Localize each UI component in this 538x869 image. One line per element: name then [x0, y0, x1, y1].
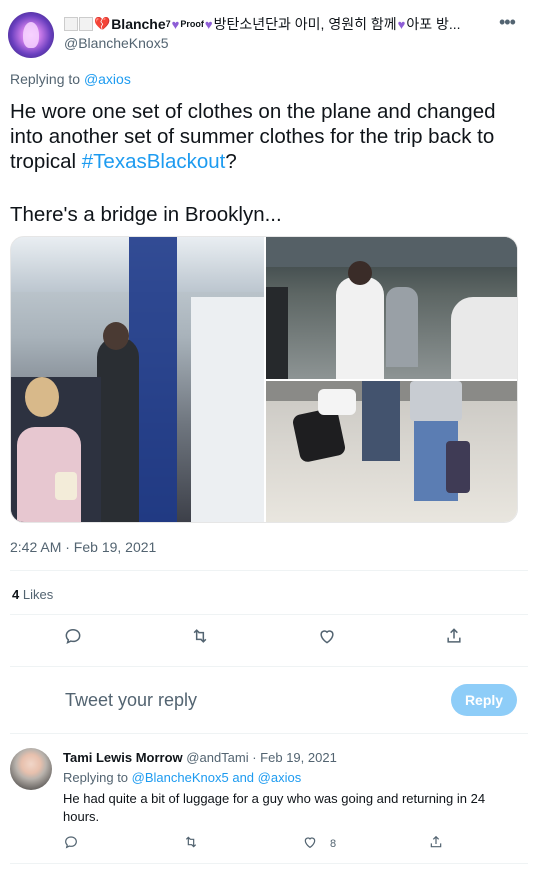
likes-label: Likes: [22, 587, 54, 602]
tweet-text-second: There's a bridge in Brooklyn...: [10, 203, 282, 226]
media-grid: [10, 236, 518, 523]
replying-to: Replying to @axios: [10, 71, 131, 87]
author-avatar[interactable]: [8, 12, 54, 58]
tweet-actions: [0, 626, 538, 652]
reply-author-name[interactable]: Tami Lewis Morrow: [63, 750, 183, 765]
emoji-box-icon: [64, 17, 78, 31]
author-handle[interactable]: @BlancheKnox5: [64, 35, 169, 51]
hashtag-link[interactable]: #TexasBlackout: [82, 150, 226, 173]
purple-heart-icon: ♥: [171, 16, 180, 32]
photo-airport-travelers[interactable]: [266, 237, 517, 379]
author-korean-tail: 아포 방...: [406, 16, 461, 32]
share-icon[interactable]: [444, 626, 466, 648]
reply-input[interactable]: Tweet your reply: [65, 690, 197, 711]
likes-count[interactable]: 4 Likes: [12, 587, 53, 602]
reply-button[interactable]: Reply: [451, 684, 517, 716]
replying-mention[interactable]: @axios: [84, 71, 131, 87]
reply-icon[interactable]: [63, 626, 85, 648]
proof-label: Proof: [180, 19, 204, 29]
author-korean-text: 방탄소년단과 아미, 영원히 함께: [213, 16, 397, 32]
like-icon[interactable]: [302, 834, 320, 852]
divider: [10, 614, 528, 615]
reply-header: Tami Lewis Morrow @andTami · Feb 19, 202…: [63, 750, 337, 765]
replying-label: Replying to: [10, 71, 81, 87]
more-icon[interactable]: •••: [499, 12, 516, 33]
reply-and-label: and: [232, 770, 255, 785]
purple-heart-icon: ♥: [397, 16, 406, 32]
tweet-timestamp[interactable]: 2:42 AM · Feb 19, 2021: [10, 539, 156, 555]
broken-heart-icon: 💔: [94, 16, 111, 31]
divider: [10, 863, 528, 864]
reply-mention[interactable]: @BlancheKnox5: [132, 770, 229, 785]
reply-like-count: 8: [330, 838, 337, 850]
share-icon[interactable]: [428, 834, 446, 852]
reply-mention[interactable]: @axios: [258, 770, 302, 785]
divider: [10, 570, 528, 571]
divider: [10, 666, 528, 667]
photo-airplane-cabin[interactable]: [11, 237, 264, 522]
reply-actions: [0, 834, 538, 854]
tweet-text: He wore one set of clothes on the plane …: [10, 99, 520, 174]
retweet-icon[interactable]: [183, 834, 201, 852]
likes-number: 4: [12, 587, 20, 602]
purple-heart-icon: ♥: [204, 16, 213, 32]
retweet-icon[interactable]: [190, 626, 212, 648]
reply-replying-to: Replying to @BlancheKnox5 and @axios: [63, 770, 301, 785]
photo-luggage-carousel[interactable]: [266, 381, 517, 522]
emoji-box-icon: [79, 17, 93, 31]
reply-text: He had quite a bit of luggage for a guy …: [63, 791, 486, 824]
divider: [10, 733, 528, 734]
author-name[interactable]: 💔 Blanche 7 ♥ Proof ♥ 방탄소년단과 아미, 영원히 함께 …: [64, 14, 461, 34]
author-name-suffix: 7: [165, 19, 171, 29]
tweet-text-tail: ?: [225, 150, 237, 173]
reply-meta[interactable]: @andTami · Feb 19, 2021: [186, 750, 337, 765]
like-icon[interactable]: [317, 626, 339, 648]
reply-icon[interactable]: [63, 834, 81, 852]
replying-label: Replying to: [63, 770, 129, 785]
author-display-name: Blanche: [111, 16, 166, 32]
reply-author-avatar[interactable]: [10, 748, 52, 790]
